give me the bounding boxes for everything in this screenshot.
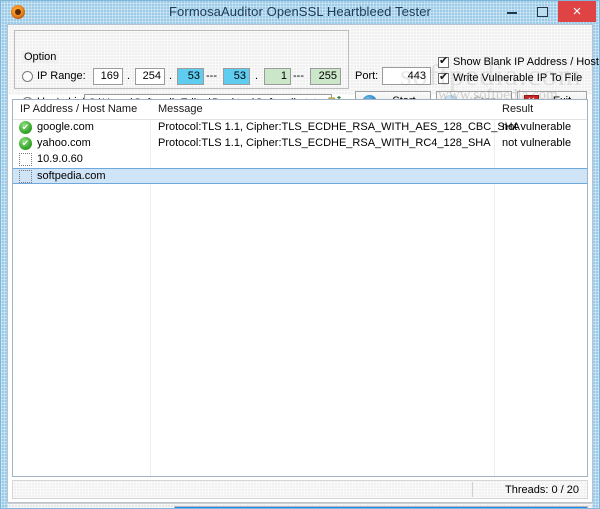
table-row[interactable]: softpedia.com <box>13 168 587 184</box>
ip-range-label: IP Range: <box>37 70 86 82</box>
write-vulnerable-ip-label: Write Vulnerable IP To File <box>453 72 583 84</box>
green-check-icon <box>19 136 32 150</box>
row-host: softpedia.com <box>37 170 106 182</box>
close-icon: × <box>572 3 582 20</box>
application-window: FormosaAuditor OpenSSL Heartbleed Tester… <box>0 0 600 509</box>
minimize-icon <box>507 12 517 14</box>
client-area: Option IP Range: 169 . 254 . 53 --- 53 .… <box>7 24 599 508</box>
ip-range-radio[interactable] <box>22 71 33 82</box>
ip-octet-4-end[interactable]: 255 <box>310 68 341 85</box>
ip-dot-1: . <box>127 70 131 82</box>
ip-octet-4-start[interactable]: 1 <box>264 68 291 85</box>
title-bar: FormosaAuditor OpenSSL Heartbleed Tester… <box>1 1 599 23</box>
green-check-icon <box>19 120 32 134</box>
show-blank-ip-label: Show Blank IP Address / Host <box>453 56 599 68</box>
results-list[interactable]: IP Address / Host Name Message Result go… <box>12 99 588 477</box>
blank-icon <box>19 170 32 183</box>
column-header-host[interactable]: IP Address / Host Name <box>20 103 137 115</box>
ip-octet-3-start[interactable]: 53 <box>177 68 204 85</box>
row-host: google.com <box>37 121 94 133</box>
maximize-button[interactable] <box>528 1 556 22</box>
ip-dot-2: . <box>169 70 173 82</box>
row-host: 10.9.0.60 <box>37 153 83 165</box>
port-label: Port: <box>355 70 379 82</box>
write-vulnerable-ip-checkbox[interactable] <box>438 71 449 84</box>
row-host: yahoo.com <box>37 137 91 149</box>
ip-dot-3: . <box>255 70 259 82</box>
column-header-message[interactable]: Message <box>158 103 203 115</box>
ip-octet-2[interactable]: 254 <box>135 68 165 85</box>
row-result: not vulnerable <box>502 121 572 133</box>
ip-octet-3-end[interactable]: 53 <box>223 68 250 85</box>
ip-dash-1: --- <box>206 70 217 82</box>
show-blank-ip-checkbox[interactable] <box>438 55 449 68</box>
close-button[interactable]: × <box>558 1 596 22</box>
table-row[interactable]: google.com Protocol:TLS 1.1, Cipher:TLS_… <box>13 120 587 136</box>
port-input[interactable]: 443 <box>382 67 431 85</box>
threads-count: Threads: 0 / 20 <box>505 484 579 496</box>
status-bar: Completed Checked: 4 / Total: 4 <box>8 503 592 508</box>
table-row[interactable]: 10.9.0.60 <box>13 152 587 168</box>
minimize-button[interactable] <box>498 1 526 22</box>
row-result: not vulnerable <box>502 137 572 149</box>
maximize-icon <box>537 7 548 17</box>
threads-separator <box>472 482 473 497</box>
row-message: Protocol:TLS 1.1, Cipher:TLS_ECDHE_RSA_W… <box>158 121 520 133</box>
options-panel: Option IP Range: 169 . 254 . 53 --- 53 .… <box>8 25 599 113</box>
results-list-header: IP Address / Host Name Message Result <box>13 100 587 120</box>
row-message: Protocol:TLS 1.1, Cipher:TLS_ECDHE_RSA_W… <box>158 137 491 149</box>
threads-bar: Threads: 0 / 20 <box>12 480 588 499</box>
table-row[interactable]: yahoo.com Protocol:TLS 1.1, Cipher:TLS_E… <box>13 136 587 152</box>
option-group-label: Option <box>21 51 60 63</box>
blank-icon <box>19 153 32 166</box>
column-header-result[interactable]: Result <box>502 103 533 115</box>
ip-octet-1[interactable]: 169 <box>93 68 123 85</box>
ip-dash-2: --- <box>293 70 304 82</box>
